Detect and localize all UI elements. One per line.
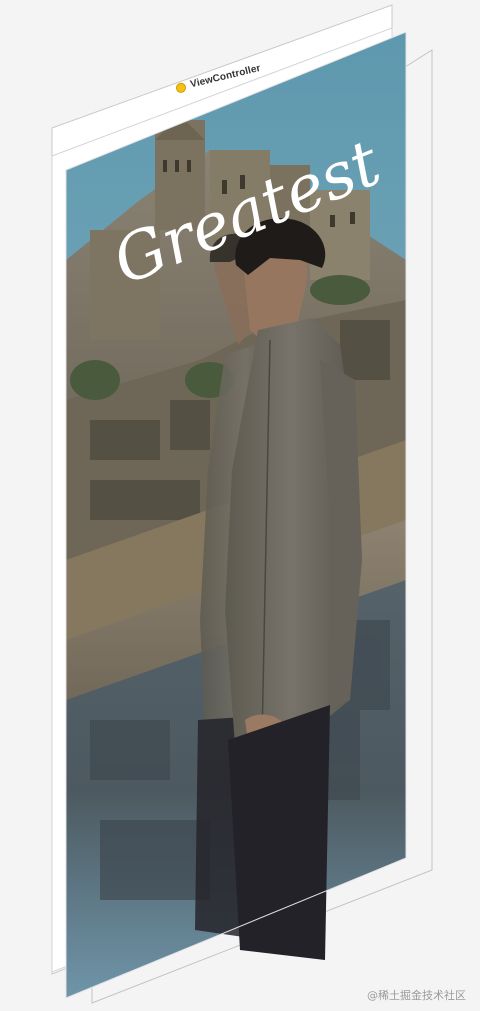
watermark-text: @稀土掘金技术社区 (367, 989, 466, 1002)
overlay-title-label: Greatest (103, 126, 391, 300)
overlay-text-layer: Greatest (103, 126, 391, 300)
debug-view-hierarchy-canvas[interactable]: ViewController Greatest @稀土掘金技术社区 (0, 0, 480, 1011)
